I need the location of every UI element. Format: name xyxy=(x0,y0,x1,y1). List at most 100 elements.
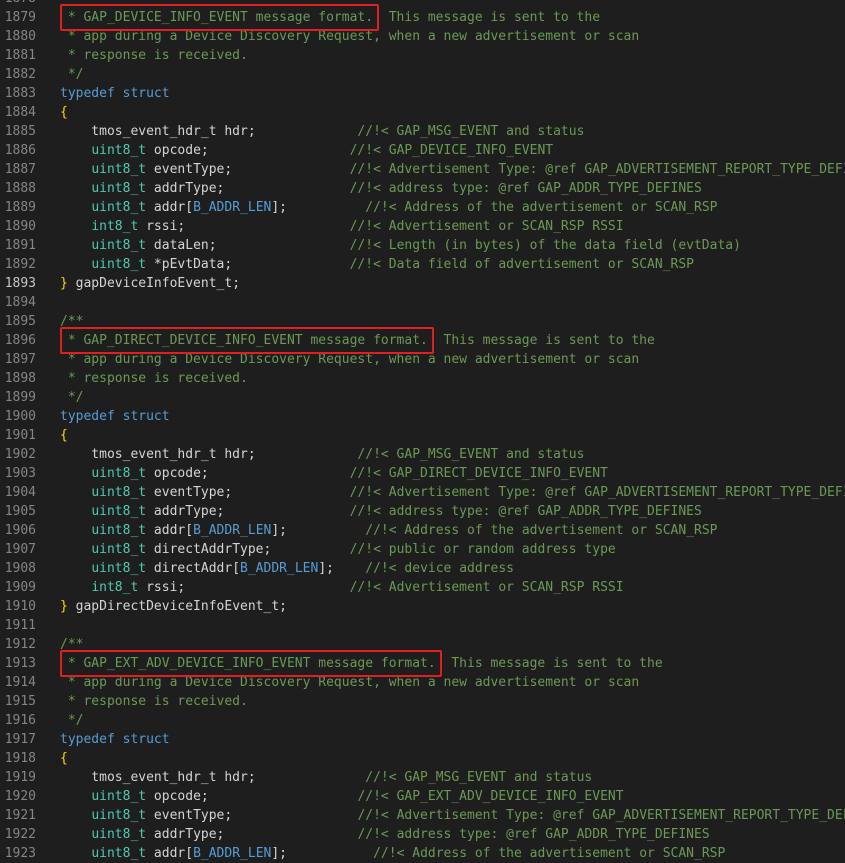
code-token: //!< public or random address type xyxy=(349,542,616,557)
line-number: 1896 xyxy=(4,333,36,348)
code-line[interactable]: 1916 */ xyxy=(0,711,845,730)
code-line[interactable]: 1882 */ xyxy=(0,65,845,84)
code-line[interactable]: 1912 /** xyxy=(0,635,845,654)
code-token: uint8_t xyxy=(91,181,147,196)
code-line[interactable]: 1893} gapDeviceInfoEvent_t; xyxy=(0,274,845,293)
code-line[interactable]: 1914 * app during a Device Discovery Req… xyxy=(0,673,845,692)
code-line[interactable]: 1919 tmos_event_hdr_t hdr; //!< GAP_MSG_… xyxy=(0,768,845,787)
code-editor[interactable]: 18781879 * GAP_DEVICE_INFO_EVENT message… xyxy=(0,0,845,863)
line-code: uint8_t opcode; //!< GAP_DEVICE_INFO_EVE… xyxy=(60,141,553,160)
code-line[interactable]: 1906 uint8_t addr[B_ADDR_LEN]; //!< Addr… xyxy=(0,521,845,540)
code-line[interactable]: 1907 uint8_t directAddrType; //!< public… xyxy=(0,540,845,559)
code-token: //!< Advertisement Type: @ref GAP_ADVERT… xyxy=(349,485,845,500)
code-token: typedef xyxy=(60,409,115,424)
code-token: //!< Advertisement or SCAN_RSP RSSI xyxy=(349,580,624,595)
code-token: //!< GAP_DEVICE_INFO_EVENT xyxy=(349,143,554,158)
code-token: opcode; xyxy=(146,466,350,481)
code-token: uint8_t xyxy=(91,504,147,519)
code-token: struct xyxy=(122,732,170,747)
code-line[interactable]: 1886 uint8_t opcode; //!< GAP_DEVICE_INF… xyxy=(0,141,845,160)
code-line[interactable]: 1905 uint8_t addrType; //!< address type… xyxy=(0,502,845,521)
code-token: gapDeviceInfoEvent_t; xyxy=(67,276,241,291)
code-line[interactable]: 1880 * app during a Device Discovery Req… xyxy=(0,27,845,46)
line-code: typedef struct xyxy=(60,730,170,749)
code-line[interactable]: 1921 uint8_t eventType; //!< Advertiseme… xyxy=(0,806,845,825)
line-number: 1883 xyxy=(4,86,36,101)
line-code: } gapDeviceInfoEvent_t; xyxy=(60,274,240,293)
code-token: */ xyxy=(60,67,84,82)
line-number: 1907 xyxy=(4,542,36,557)
code-line[interactable]: 1903 uint8_t opcode; //!< GAP_DIRECT_DEV… xyxy=(0,464,845,483)
line-code: tmos_event_hdr_t hdr; //!< GAP_MSG_EVENT… xyxy=(60,768,592,787)
code-line[interactable]: 1888 uint8_t addrType; //!< address type… xyxy=(0,179,845,198)
code-line[interactable]: 1913 * GAP_EXT_ADV_DEVICE_INFO_EVENT mes… xyxy=(0,654,845,673)
line-code: * app during a Device Discovery Request,… xyxy=(60,350,639,369)
line-number: 1912 xyxy=(4,637,36,652)
code-line[interactable]: 1902 tmos_event_hdr_t hdr; //!< GAP_MSG_… xyxy=(0,445,845,464)
line-number: 1887 xyxy=(4,162,36,177)
line-code: uint8_t addr[B_ADDR_LEN]; //!< Address o… xyxy=(60,844,725,863)
code-line[interactable]: 1909 int8_t rssi; //!< Advertisement or … xyxy=(0,578,845,597)
code-line[interactable]: 1895 /** xyxy=(0,312,845,331)
line-number: 1891 xyxy=(4,238,36,253)
code-line[interactable]: 1884 { xyxy=(0,103,845,122)
line-number: 1878 xyxy=(0,0,36,8)
code-line[interactable]: 1900 typedef struct xyxy=(0,407,845,426)
code-token: uint8_t xyxy=(91,561,147,576)
code-line[interactable]: 1896 * GAP_DIRECT_DEVICE_INFO_EVENT mess… xyxy=(0,331,845,350)
code-token: //!< address type: @ref GAP_ADDR_TYPE_DE… xyxy=(357,827,710,842)
code-line[interactable]: 1901 { xyxy=(0,426,845,445)
code-line[interactable]: 1918 { xyxy=(0,749,845,768)
line-code: typedef struct xyxy=(60,407,170,426)
code-line[interactable]: 1908 uint8_t directAddr[B_ADDR_LEN]; //!… xyxy=(0,559,845,578)
code-token: uint8_t xyxy=(91,485,147,500)
code-line[interactable]: 1917 typedef struct xyxy=(0,730,845,749)
line-number: 1888 xyxy=(4,181,36,196)
code-line[interactable]: 1887 uint8_t eventType; //!< Advertiseme… xyxy=(0,160,845,179)
line-code: uint8_t opcode; //!< GAP_DIRECT_DEVICE_I… xyxy=(60,464,608,483)
line-number: 1889 xyxy=(4,200,36,215)
code-line[interactable]: 1892 uint8_t *pEvtData; //!< Data field … xyxy=(0,255,845,274)
line-number: 1911 xyxy=(4,618,36,633)
line-number: 1918 xyxy=(4,751,36,766)
code-line[interactable]: 1878 xyxy=(0,0,845,8)
line-code: uint8_t addr[B_ADDR_LEN]; //!< Address o… xyxy=(60,521,717,540)
code-line[interactable]: 1922 uint8_t addrType; //!< address type… xyxy=(0,825,845,844)
code-line[interactable]: 1894 xyxy=(0,293,845,312)
code-line[interactable]: 1923 uint8_t addr[B_ADDR_LEN]; //!< Addr… xyxy=(0,844,845,863)
line-number: 1885 xyxy=(4,124,36,139)
code-token: gapDirectDeviceInfoEvent_t; xyxy=(67,599,287,614)
code-line[interactable]: 1920 uint8_t opcode; //!< GAP_EXT_ADV_DE… xyxy=(0,787,845,806)
code-line[interactable]: 1889 uint8_t addr[B_ADDR_LEN]; //!< Addr… xyxy=(0,198,845,217)
code-token: uint8_t xyxy=(91,162,147,177)
code-line[interactable]: 1883 typedef struct xyxy=(0,84,845,103)
code-line[interactable]: 1899 */ xyxy=(0,388,845,407)
line-code: * app during a Device Discovery Request,… xyxy=(60,27,639,46)
code-line[interactable]: 1890 int8_t rssi; //!< Advertisement or … xyxy=(0,217,845,236)
code-line[interactable]: 1910} gapDirectDeviceInfoEvent_t; xyxy=(0,597,845,616)
code-line[interactable]: 1885 tmos_event_hdr_t hdr; //!< GAP_MSG_… xyxy=(0,122,845,141)
line-code: /** xyxy=(60,635,83,654)
line-code: uint8_t *pEvtData; //!< Data field of ad… xyxy=(60,255,694,274)
code-line[interactable]: 1904 uint8_t eventType; //!< Advertiseme… xyxy=(0,483,845,502)
line-number: 1897 xyxy=(4,352,36,367)
line-number: 1904 xyxy=(4,485,36,500)
code-line[interactable]: 1898 * response is received. xyxy=(0,369,845,388)
code-line[interactable]: 1915 * response is received. xyxy=(0,692,845,711)
code-line[interactable]: 1879 * GAP_DEVICE_INFO_EVENT message for… xyxy=(0,8,845,27)
code-token: //!< Length (in bytes) of the data field… xyxy=(349,238,741,253)
code-line[interactable]: 1911 xyxy=(0,616,845,635)
code-token: uint8_t xyxy=(91,238,147,253)
code-token: ]; xyxy=(271,200,366,215)
code-line[interactable]: 1881 * response is received. xyxy=(0,46,845,65)
code-line[interactable]: 1897 * app during a Device Discovery Req… xyxy=(0,350,845,369)
code-line[interactable]: 1891 uint8_t dataLen; //!< Length (in by… xyxy=(0,236,845,255)
code-token: uint8_t xyxy=(91,200,147,215)
